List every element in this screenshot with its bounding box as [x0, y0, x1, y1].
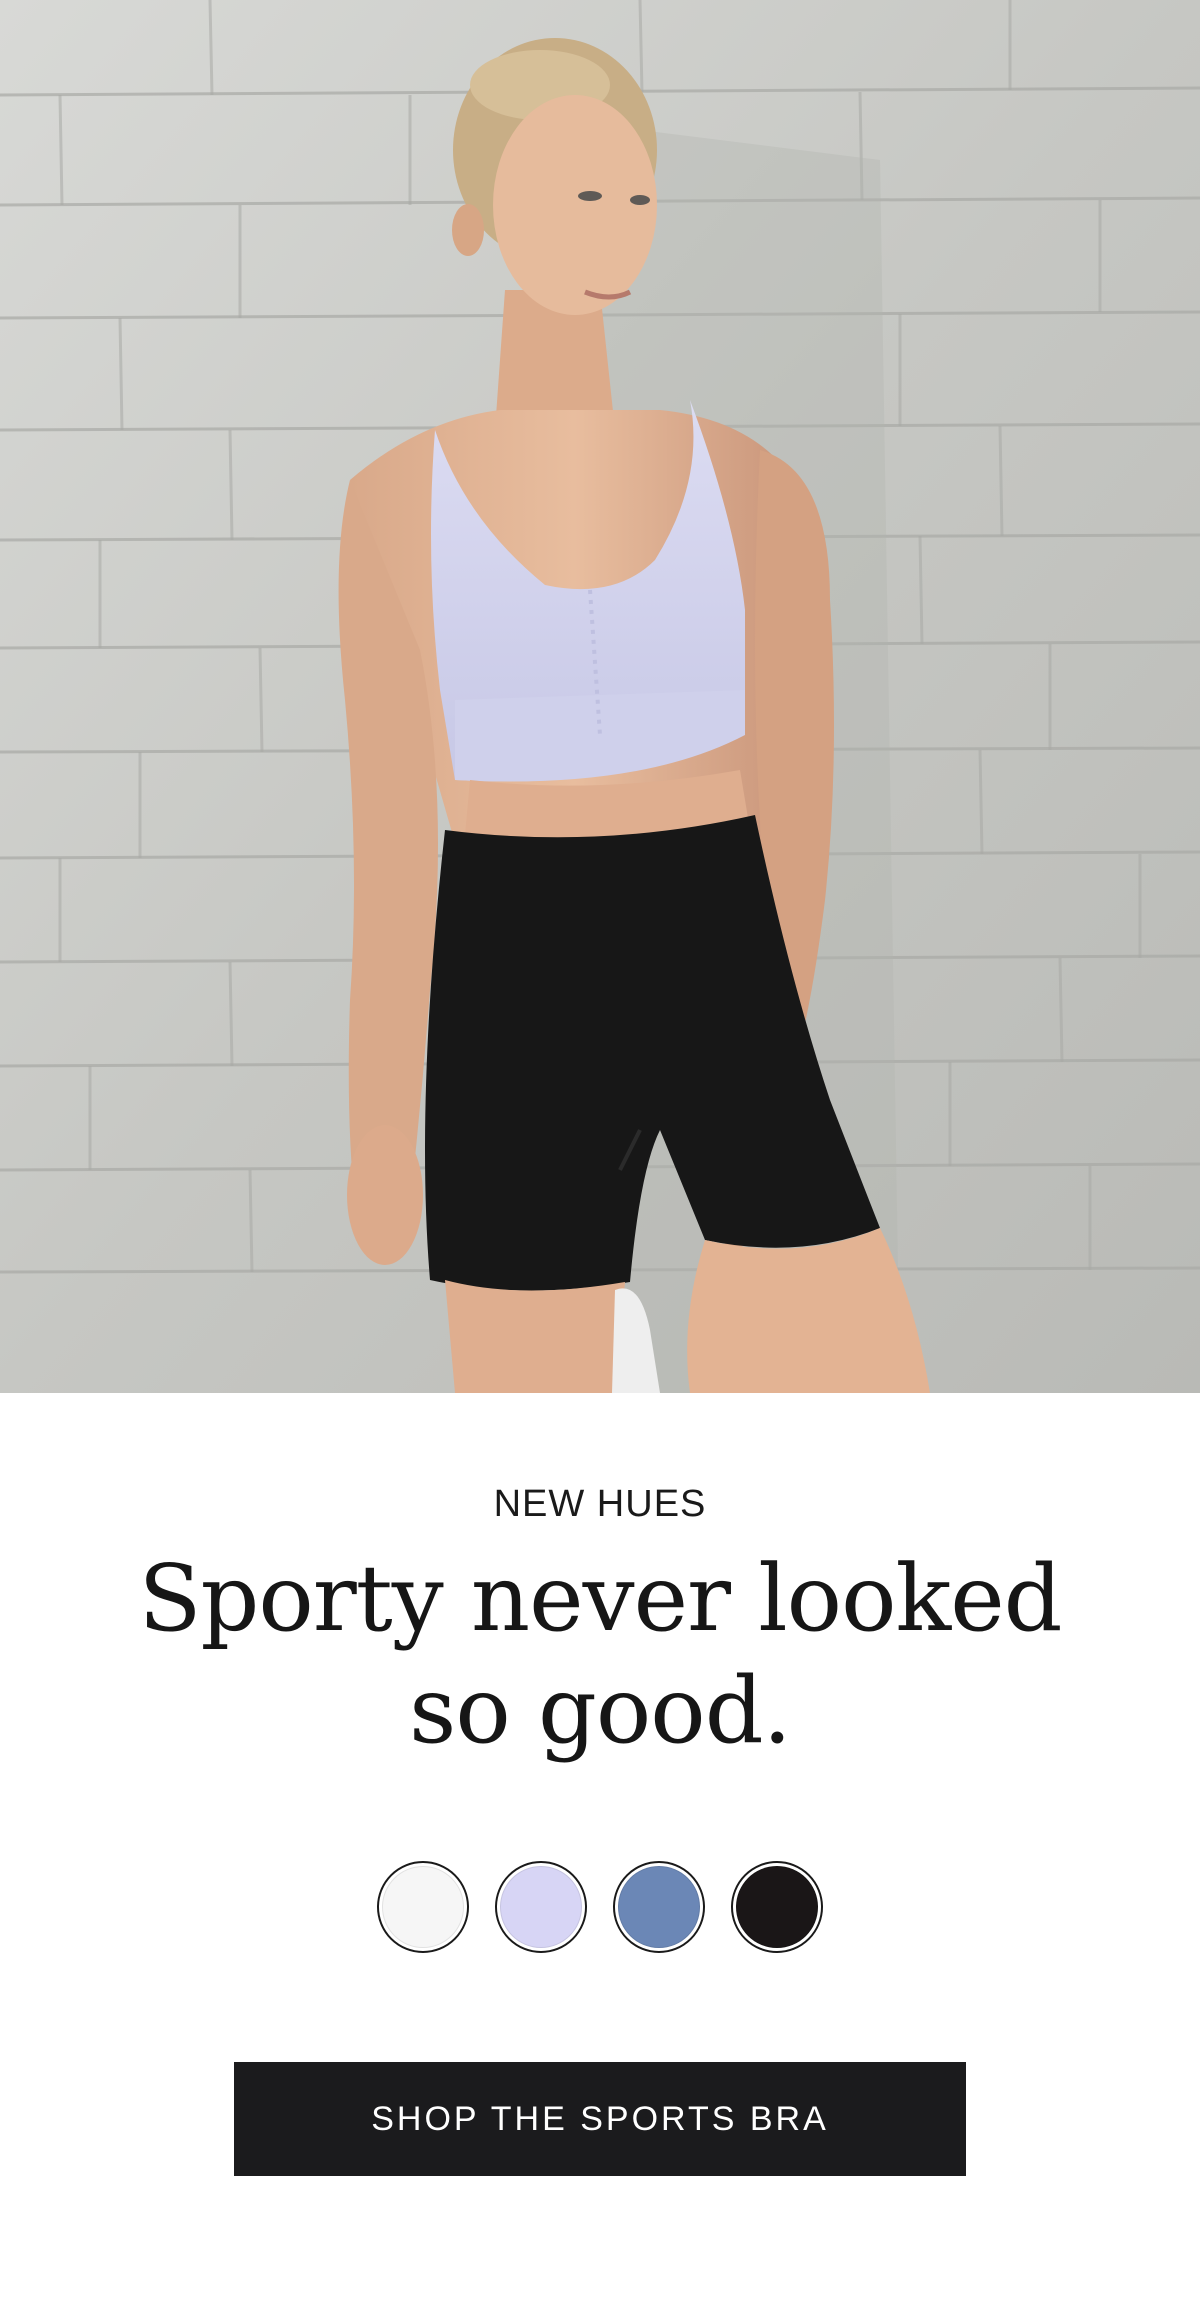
swatch-black[interactable] [731, 1861, 823, 1953]
headline: Sporty never looked so good. [138, 1545, 1062, 1764]
hero-photo[interactable] [0, 0, 1200, 1393]
eyebrow-label: NEW HUES [493, 1483, 707, 1525]
color-swatches [0, 1861, 1200, 1953]
shop-sports-bra-button[interactable]: SHOP THE SPORTS BRA [234, 2062, 966, 2176]
swatch-lavender[interactable] [495, 1861, 587, 1953]
swatch-white[interactable] [377, 1861, 469, 1953]
swatch-blue[interactable] [613, 1861, 705, 1953]
promo-copy-section: NEW HUES Sporty never looked so good. SH… [0, 1393, 1200, 2306]
email-promo-page: NEW HUES Sporty never looked so good. SH… [0, 0, 1200, 2306]
model-sports-bra-image [0, 0, 1200, 1393]
